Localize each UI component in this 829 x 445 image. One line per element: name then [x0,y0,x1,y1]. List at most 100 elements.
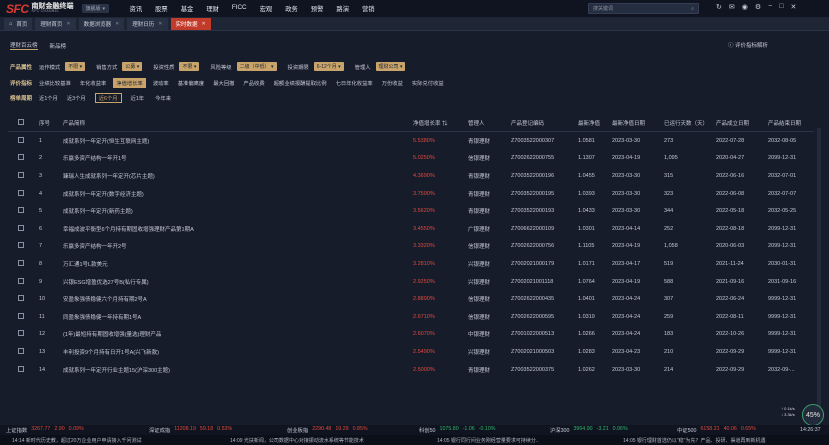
index-quote[interactable]: 科创50 1075.80 -1.06 -0.10% [419,426,496,434]
index-quote[interactable]: 沪深300 3964.90 -3.21 0.06% [550,426,628,434]
table-row[interactable]: 13 丰利投资9个月持有日开1号A(兴飞新款) 2.5490% 兴银理财 Z700202… [8,343,814,361]
close-tab-icon[interactable]: ✕ [66,21,70,27]
maximize-icon[interactable]: □ [779,3,783,11]
product-name[interactable]: 成就系列一年定开(新药主题) [63,207,133,215]
index-quote[interactable]: 上证指数 3267.77 2.90 0.09% [6,426,84,434]
search-icon[interactable]: ⌕ [691,6,694,12]
row-checkbox[interactable] [18,295,24,302]
table-row[interactable]: 11 同盈象强债稳健一年持有期1号A 2.6710% 信银理财 Z70026220005… [8,308,814,326]
row-checkbox[interactable] [18,259,24,266]
filter-select[interactable]: 不限 ▾ [179,62,200,71]
metric-option[interactable]: 万份收益 [382,79,403,87]
table-row[interactable]: 6 幸福成波平衡型6个月持有期固收增强理财产品第1期A 3.4550% 广银理财 Z70… [8,220,814,238]
product-name[interactable]: 乐赢多资产结构一年开2号 [63,242,127,250]
metric-option[interactable]: 最大回撤 [213,79,234,87]
news-item[interactable]: 14:14 新时代历史教，超过20万企业用户申请接入千问测试 [12,437,141,444]
subtab-ranking[interactable]: 理财百云榜 [10,41,38,50]
table-row[interactable]: 1 成就系列一年定开(恒生互联网主题) 5.5380% 青银理财 Z7003522000… [8,132,814,150]
row-checkbox[interactable] [18,171,24,178]
table-row[interactable]: 7 乐赢多资产结构一年开2号 3.3320% 信银理财 Z7002622000756 1.… [8,238,814,256]
row-checkbox[interactable] [18,347,24,354]
news-item[interactable]: 14:05 银行理财首选仍以"稳"为先？产品、投研、渠道再到新机遇 [623,437,765,444]
tab-calendar[interactable]: 理财日历 ✕ [127,17,168,30]
metric-option[interactable]: 超额业绩报酬提取比例 [274,79,327,87]
metric-option[interactable]: 年化收益率 [80,79,107,87]
period-option[interactable]: 今年来 [155,94,171,102]
table-row[interactable]: 2 乐赢多资产结构一年开1号 5.0250% 信银理财 Z7002622000755 1.… [8,150,814,168]
product-name[interactable]: 成就系列一年定开(恒生互联网主题) [63,137,149,145]
index-quote[interactable]: 中证500 6158.21 40.06 0.65% [677,426,756,434]
user-icon[interactable]: ◉ [742,3,748,11]
nav-item[interactable]: 路演 [330,4,356,13]
period-option-active[interactable]: 近6个月 [94,92,122,103]
table-row[interactable]: 5 成就系列一年定开(新药主题) 3.5620% 青银理财 Z7003522000193… [8,202,814,220]
table-row[interactable]: 9 兴银ESG增盈优选27号B(私行专属) 2.9250% 兴银理财 Z70020210… [8,273,814,291]
table-row[interactable]: 14 成就系列一年定开行业主题15(沪深300主题) 2.5000% 青银理财 Z700… [8,361,814,379]
tab-data-browser[interactable]: 数据浏览器 ✕ [78,17,125,30]
period-option[interactable]: 近3个月 [67,94,86,102]
row-checkbox[interactable] [18,365,24,372]
sort-header[interactable]: 净值增长率 ⇅ [413,119,448,127]
message-icon[interactable]: ✉ [729,3,735,11]
version-dropdown[interactable]: 旗舰版 ▾ [81,4,110,13]
nav-item[interactable]: FICC [225,4,253,13]
nav-item[interactable]: 资讯 [123,4,149,13]
tab-home[interactable]: ⌂ 首页 [4,17,33,30]
minimize-icon[interactable]: − [768,3,772,11]
period-option[interactable]: 近1个月 [39,94,58,102]
table-row[interactable]: 8 万汇通1号L款美元 3.2810% 兴银理财 Z7002021000179 1.017… [8,255,814,273]
row-checkbox[interactable] [18,189,24,196]
metric-option[interactable]: 产品收费 [243,79,264,87]
nav-item[interactable]: 宏观 [253,4,279,13]
row-checkbox[interactable] [18,224,24,231]
close-icon[interactable]: ✕ [790,3,796,11]
table-row[interactable]: 4 成就系列一年定开(数字经济主题) 3.7590% 青银理财 Z70035220001… [8,185,814,203]
row-checkbox[interactable] [18,242,24,249]
filter-select[interactable]: 6-12个月 ▾ [313,62,344,71]
metric-option[interactable]: 基准偏离度 [178,79,205,87]
product-name[interactable]: 兴银ESG增盈优选27号B(私行专属) [63,278,149,286]
row-checkbox[interactable] [18,136,24,143]
performance-gauge[interactable]: 45% [802,404,824,426]
filter-select[interactable]: 理财公司 ▾ [375,62,406,71]
metric-option[interactable]: 业绩比较基准 [39,79,71,87]
tab-realtime[interactable]: 实时数据 ✕ [170,17,211,30]
app-logo[interactable]: SFC 南财金融终端 SFC CHANNEL [6,2,74,16]
scrollbar[interactable] [817,128,821,418]
metric-option[interactable]: 七日年化收益率 [336,79,373,87]
table-row[interactable]: 10 安盈象强债稳健六个月持有期2号A 2.8890% 信银理财 Z7002622000… [8,290,814,308]
settings-icon[interactable]: ⚙ [755,3,761,11]
nav-item[interactable]: 理财 [200,4,226,13]
product-name[interactable]: (1年)最短持有期固收增强(量选)理财产品 [63,330,161,338]
filter-select[interactable]: 公募 ▾ [122,62,143,71]
select-all-checkbox[interactable] [18,118,24,125]
index-quote[interactable]: 创业板指 2290.48 19.29 0.85% [287,426,368,434]
product-name[interactable]: 丰利投资9个月持有日开1号A(兴飞新款) [63,348,159,356]
filter-select[interactable]: 不限 ▾ [65,62,86,71]
nav-item[interactable]: 政务 [279,4,305,13]
nav-item[interactable]: 股票 [149,4,175,13]
search-input[interactable]: 搜关键词 ⌕ [588,3,699,14]
metric-option[interactable]: 实际兑付收益 [412,79,444,87]
product-name[interactable]: 成就系列一年定开行业主题15(沪深300主题) [63,366,170,374]
close-tab-icon[interactable]: ✕ [115,21,119,27]
product-name[interactable]: 万汇通1号L款美元 [63,260,108,268]
row-checkbox[interactable] [18,312,24,319]
product-name[interactable]: 同盈象强债稳健一年持有期1号A [63,313,141,321]
nav-item[interactable]: 基金 [174,4,200,13]
metric-option[interactable]: 波动率 [153,79,169,87]
product-name[interactable]: 乐赢多资产结构一年开1号 [63,154,127,162]
rating-explain-link[interactable]: ⓘ 评价指标解析 [728,41,768,49]
index-quote[interactable]: 深证成指 11208.19 59.18 0.53% [149,426,232,434]
row-checkbox[interactable] [18,330,24,337]
product-name[interactable]: 安盈象强债稳健六个月持有期2号A [63,295,147,303]
table-row[interactable]: 3 臻瑞人生成就系列一年定开(芯片主题) 4.3690% 青银理财 Z700352200… [8,167,814,185]
product-name[interactable]: 成就系列一年定开(数字经济主题) [63,190,144,198]
product-name[interactable]: 幸福成波平衡型6个月持有期固收增强理财产品第1期A [63,225,194,233]
tab-wealth-home[interactable]: 理财首页 ✕ [35,17,76,30]
row-checkbox[interactable] [18,154,24,161]
filter-select[interactable]: 二级（中低） ▾ [236,62,277,71]
nav-item[interactable]: 营销 [355,4,381,13]
close-tab-icon[interactable]: ✕ [158,21,162,27]
product-name[interactable]: 臻瑞人生成就系列一年定开(芯片主题) [63,172,155,180]
